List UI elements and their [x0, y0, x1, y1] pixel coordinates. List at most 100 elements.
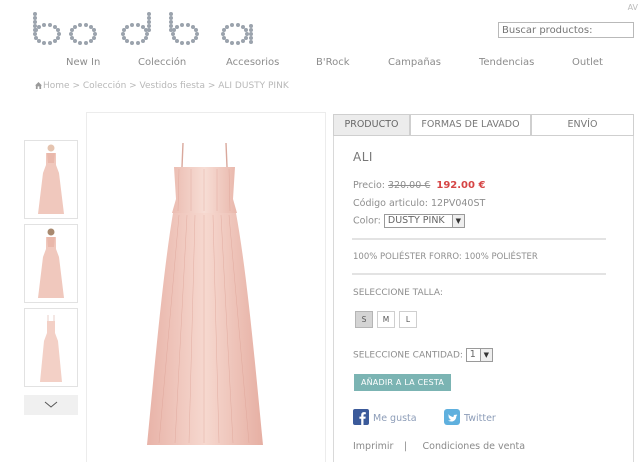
logo-rhinestone: [171, 32, 175, 36]
logo-rhinestone: [221, 32, 225, 36]
logo-rhinestone: [180, 23, 184, 27]
logo-rhinestone: [194, 28, 198, 32]
add-to-cart-button[interactable]: AÑADIR A LA CESTA: [354, 374, 451, 391]
composition-text: 100% POLIÉSTER FORRO: 100% POLIÉSTER: [353, 252, 538, 262]
thumbnail-flat[interactable]: [24, 308, 78, 387]
nav-item-brock[interactable]: B'Rock: [316, 57, 350, 68]
logo-rhinestone: [89, 39, 93, 43]
logo-rhinestone: [48, 23, 52, 27]
logo-rhinestone: [53, 39, 57, 43]
code-row: Código articulo: 12PV040ST: [353, 198, 485, 209]
site-logo[interactable]: [33, 12, 257, 46]
logo-rhinestone: [236, 41, 240, 45]
logo-rhinestone: [169, 28, 173, 32]
logo-rhinestone: [56, 28, 60, 32]
tab-producto[interactable]: PRODUCTO: [333, 114, 410, 136]
logo-rhinestone: [191, 39, 195, 43]
main-nav: New In Colección Accesorios B'Rock Campa…: [0, 57, 640, 71]
logo-rhinestone: [136, 23, 140, 27]
color-label: Color:: [353, 215, 381, 227]
logo-rhinestone: [136, 41, 140, 45]
size-button-m[interactable]: M: [377, 311, 395, 328]
search-input[interactable]: [498, 22, 634, 38]
tab-envio[interactable]: ENVÍO: [531, 114, 634, 136]
nav-item-outlet[interactable]: Outlet: [572, 57, 603, 68]
tab-formas-de-lavado[interactable]: FORMAS DE LAVADO: [410, 114, 531, 136]
logo-rhinestone: [230, 23, 234, 27]
divider: [352, 273, 606, 275]
home-icon: [35, 82, 42, 89]
breadcrumb-item-vestidos[interactable]: Vestidos fiesta: [140, 81, 205, 91]
size-button-l[interactable]: L: [399, 311, 417, 328]
old-price: 320.00 €: [388, 180, 431, 191]
quantity-value: 1: [469, 349, 476, 360]
logo-rhinestone: [33, 32, 37, 36]
logo-rhinestone: [186, 41, 190, 45]
logo-rhinestone: [244, 28, 248, 32]
logo-rhinestone: [130, 23, 134, 27]
breadcrumb-sep: >: [69, 81, 83, 91]
quantity-label: SELECCIONE CANTIDAD:: [353, 350, 463, 361]
logo-rhinestone: [70, 36, 74, 40]
logo-rhinestone: [225, 39, 229, 43]
logo-rhinestone: [42, 41, 46, 45]
thumbnail-front[interactable]: [24, 140, 78, 219]
logo-rhinestone: [69, 32, 73, 36]
product-name: ALI: [353, 150, 373, 164]
logo-rhinestone: [33, 28, 37, 32]
thumbnails-next-button[interactable]: [24, 395, 78, 415]
logo-rhinestone: [48, 41, 52, 45]
color-select[interactable]: DUSTY PINK ▼: [383, 214, 465, 228]
nav-item-accesorios[interactable]: Accesorios: [226, 57, 279, 68]
logo-rhinestone: [125, 25, 129, 29]
print-link[interactable]: Imprimir: [353, 441, 393, 452]
main-product-image[interactable]: [86, 112, 326, 462]
chevron-down-icon: [44, 401, 58, 408]
twitter-icon: [444, 409, 460, 425]
nav-item-new-in[interactable]: New In: [66, 57, 100, 68]
logo-rhinestone: [73, 25, 77, 29]
logo-rhinestone: [121, 32, 125, 36]
nav-item-tendencias[interactable]: Tendencias: [479, 57, 534, 68]
breadcrumb-item-coleccion[interactable]: Colección: [83, 81, 126, 91]
logo-rhinestone: [34, 36, 38, 40]
logo-rhinestone: [73, 39, 77, 43]
logo-rhinestone: [84, 41, 88, 45]
logo-rhinestone: [141, 39, 145, 43]
size-label: SELECCIONE TALLA:: [353, 288, 443, 298]
logo-rhinestone: [147, 28, 151, 32]
logo-rhinestone: [37, 25, 41, 29]
quantity-row: SELECCIONE CANTIDAD: 1 ▼: [353, 348, 493, 362]
nav-item-campanas[interactable]: Campañas: [388, 57, 441, 68]
logo-rhinestone: [230, 41, 234, 45]
twitter-label: Twitter: [464, 413, 496, 424]
facebook-like-link[interactable]: Me gusta: [353, 409, 417, 425]
logo-rhinestone: [130, 41, 134, 45]
logo-rhinestone: [222, 36, 226, 40]
sales-conditions-link[interactable]: Condiciones de venta: [423, 441, 526, 452]
facebook-label: Me gusta: [373, 413, 417, 424]
logo-rhinestone: [92, 28, 96, 32]
dropdown-arrow-icon: ▼: [479, 349, 492, 361]
logo-rhinestone: [236, 23, 240, 27]
logo-rhinestone: [78, 23, 82, 27]
logo-rhinestone: [42, 23, 46, 27]
corner-label: AV: [627, 3, 638, 12]
divider: [352, 238, 606, 240]
twitter-share-link[interactable]: Twitter: [444, 409, 496, 425]
dropdown-arrow-icon: ▼: [451, 215, 464, 227]
logo-rhinestone: [241, 39, 245, 43]
logo-rhinestone: [175, 39, 179, 43]
nav-item-coleccion[interactable]: Colección: [138, 57, 186, 68]
color-value: DUSTY PINK: [387, 215, 445, 226]
logo-rhinestone: [180, 41, 184, 45]
color-row: Color: DUSTY PINK ▼: [353, 214, 465, 228]
thumbnail-back[interactable]: [24, 224, 78, 303]
quantity-select[interactable]: 1 ▼: [465, 348, 493, 362]
size-button-s[interactable]: S: [355, 311, 373, 328]
sale-price: 192.00 €: [436, 180, 486, 191]
breadcrumb-item-current: ALI DUSTY PINK: [218, 81, 289, 91]
breadcrumb-home[interactable]: Home: [43, 81, 70, 91]
dress-image: [147, 142, 263, 445]
dress-image: [40, 315, 62, 382]
